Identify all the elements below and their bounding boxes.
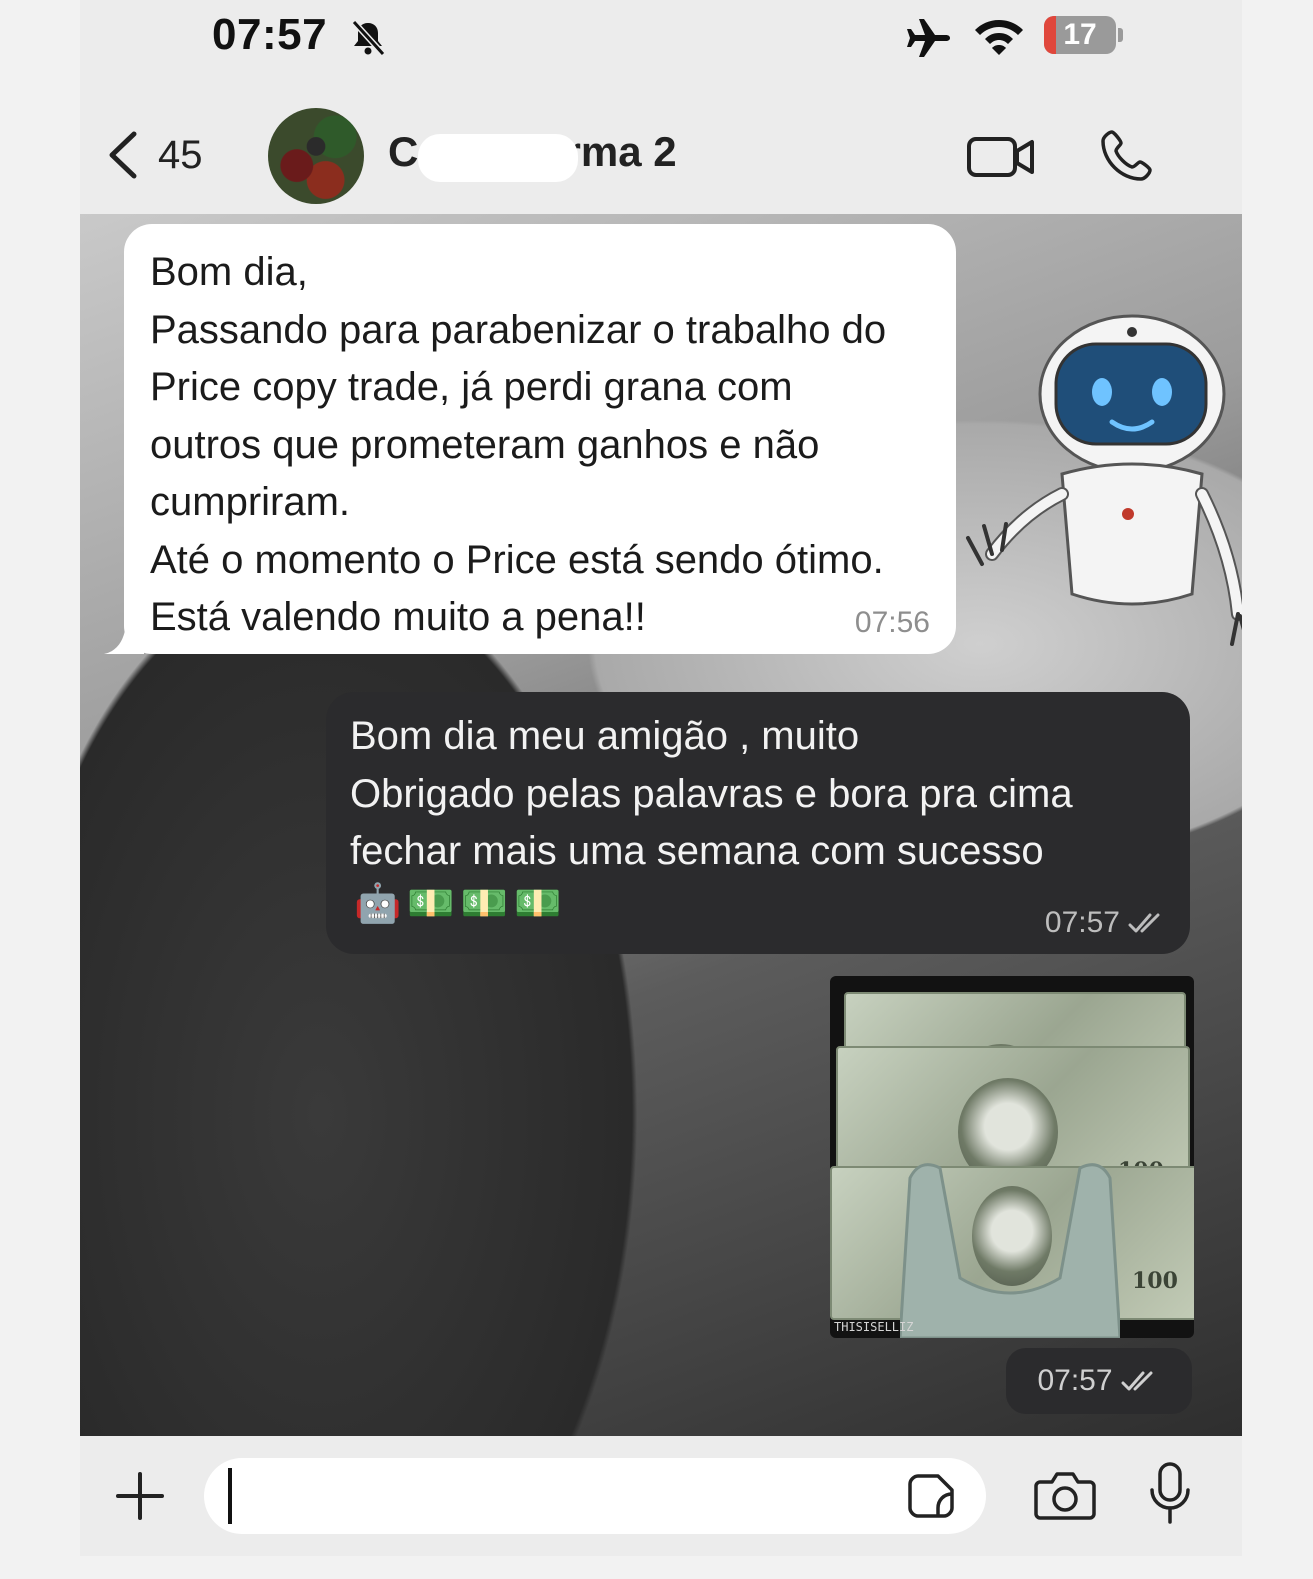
battery-percent: 17 <box>1063 18 1097 51</box>
plus-icon[interactable] <box>114 1470 166 1522</box>
sticker-icon[interactable] <box>908 1472 956 1520</box>
money-counter-machine <box>900 1163 1120 1338</box>
message-meta: 07:57 <box>1045 906 1168 940</box>
text-caret <box>228 1468 232 1524</box>
unread-count: 45 <box>158 132 203 177</box>
avatar[interactable] <box>268 108 364 204</box>
image-watermark: THISISELLIZ <box>834 1320 914 1334</box>
message-time: 07:57 <box>1044 906 1120 939</box>
outgoing-message[interactable]: Bom dia meu amigão , muito Obrigado pela… <box>326 692 1190 954</box>
message-time: 07:56 <box>854 606 930 639</box>
message-composer <box>80 1436 1242 1556</box>
robot-sticker-icon <box>966 314 1242 646</box>
microphone-icon[interactable] <box>1148 1462 1192 1526</box>
message-text: Bom dia meu amigão , muito Obrigado pela… <box>350 714 1073 873</box>
airplane-icon <box>907 19 950 57</box>
bell-slash-icon <box>351 19 386 57</box>
image-message[interactable]: 100 100 100 THISISELLIZ <box>830 976 1194 1338</box>
back-button[interactable]: 45 <box>104 128 203 182</box>
chat-screen: 07:57 17 45 C opy Tur <box>80 0 1242 1556</box>
double-check-icon <box>1128 913 1160 933</box>
chat-header: 45 C opy Turma 2 <box>80 80 1242 214</box>
double-check-icon <box>1121 1371 1153 1391</box>
image-time-badge: 07:57 <box>1006 1348 1192 1414</box>
chevron-left-icon <box>109 131 137 179</box>
battery-icon: 17 <box>1044 16 1124 56</box>
video-camera-icon[interactable] <box>966 134 1036 180</box>
bubble-tail <box>104 624 144 654</box>
message-list[interactable]: Bom dia, Passando para parabenizar o tra… <box>80 214 1242 1436</box>
message-text: Bom dia, Passando para parabenizar o tra… <box>150 250 887 639</box>
incoming-message[interactable]: Bom dia, Passando para parabenizar o tra… <box>104 224 956 654</box>
message-emoji: 🤖💵💵💵 <box>354 883 568 925</box>
status-time: 07:57 <box>212 10 328 59</box>
message-time: 07:57 <box>1037 1364 1113 1397</box>
wifi-icon <box>975 20 1023 55</box>
message-input[interactable] <box>204 1458 986 1534</box>
status-bar: 07:57 17 <box>80 0 1242 80</box>
phone-icon[interactable] <box>1098 128 1154 184</box>
redaction-mark <box>418 134 578 182</box>
camera-icon[interactable] <box>1034 1470 1096 1522</box>
